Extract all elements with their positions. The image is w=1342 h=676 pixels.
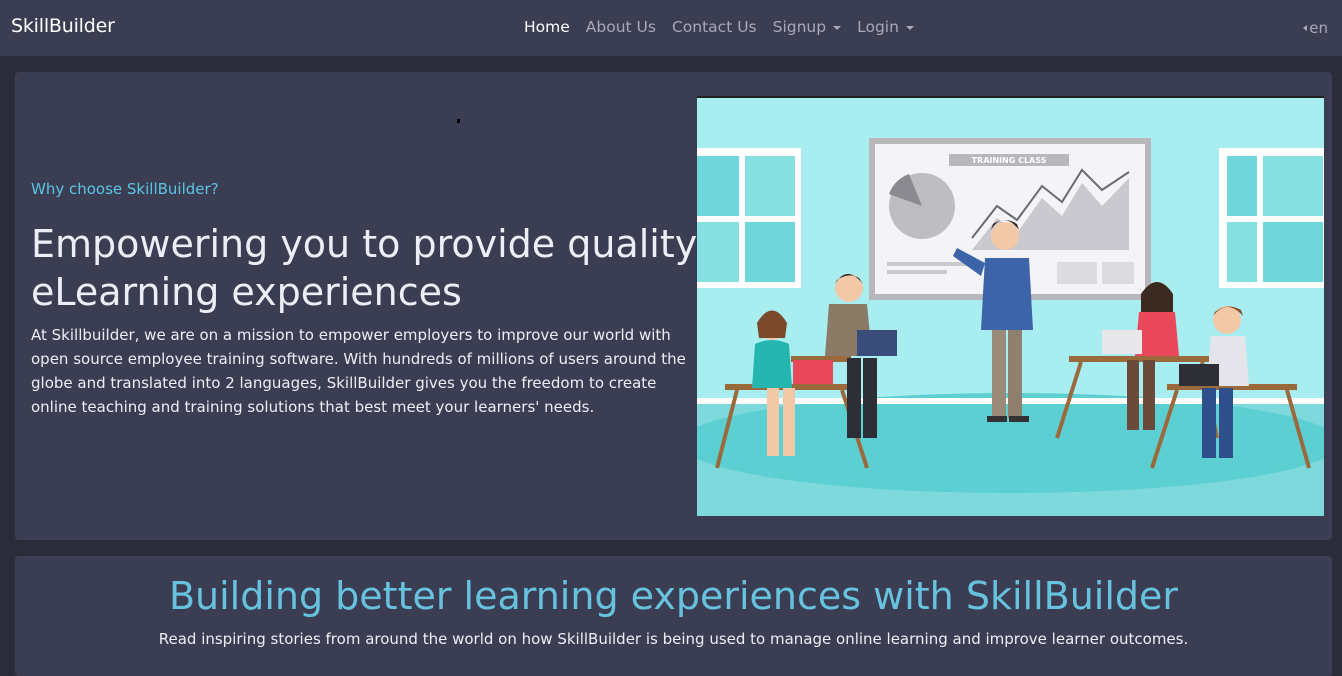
- chevron-down-icon: [905, 25, 914, 30]
- nav-about-us[interactable]: About Us: [586, 18, 656, 36]
- section-title: Building better learning experiences wit…: [168, 574, 1179, 618]
- top-navbar: SkillBuilder Home About Us Contact Us Si…: [0, 0, 1342, 56]
- nav-home[interactable]: Home: [524, 18, 570, 36]
- nav-home-label: Home: [524, 18, 570, 36]
- nav-login-dropdown[interactable]: Login: [857, 18, 914, 36]
- language-selector[interactable]: en: [1303, 19, 1328, 37]
- nav-login-label: Login: [857, 18, 899, 36]
- nav-contact-us[interactable]: Contact Us: [672, 18, 757, 36]
- section-subtitle: Read inspiring stories from around the w…: [158, 630, 1189, 648]
- training-class-illustration: TRAINING CLASS: [697, 96, 1324, 516]
- decorative-dot: [457, 119, 460, 123]
- nav-signup-dropdown[interactable]: Signup: [772, 18, 842, 36]
- hero-description: At Skillbuilder, we are on a mission to …: [31, 326, 686, 416]
- language-label: en: [1309, 19, 1328, 37]
- nav-links: Home About Us Contact Us Signup Login: [524, 18, 930, 36]
- chevron-down-icon: [833, 25, 842, 30]
- nav-signup-label: Signup: [772, 18, 827, 36]
- nav-contact-us-label: Contact Us: [671, 18, 757, 36]
- chevron-left-icon: [1303, 25, 1308, 31]
- hero-title: Empowering you to provide quality eLearn…: [31, 222, 698, 314]
- board-label: TRAINING CLASS: [972, 156, 1047, 165]
- stories-section: Building better learning experiences wit…: [15, 556, 1332, 676]
- nav-about-us-label: About Us: [585, 18, 656, 36]
- hero-card: Why choose SkillBuilder? Empowering you …: [15, 72, 1332, 540]
- hero-eyebrow: Why choose SkillBuilder?: [31, 180, 219, 198]
- brand-logo[interactable]: SkillBuilder: [11, 15, 115, 37]
